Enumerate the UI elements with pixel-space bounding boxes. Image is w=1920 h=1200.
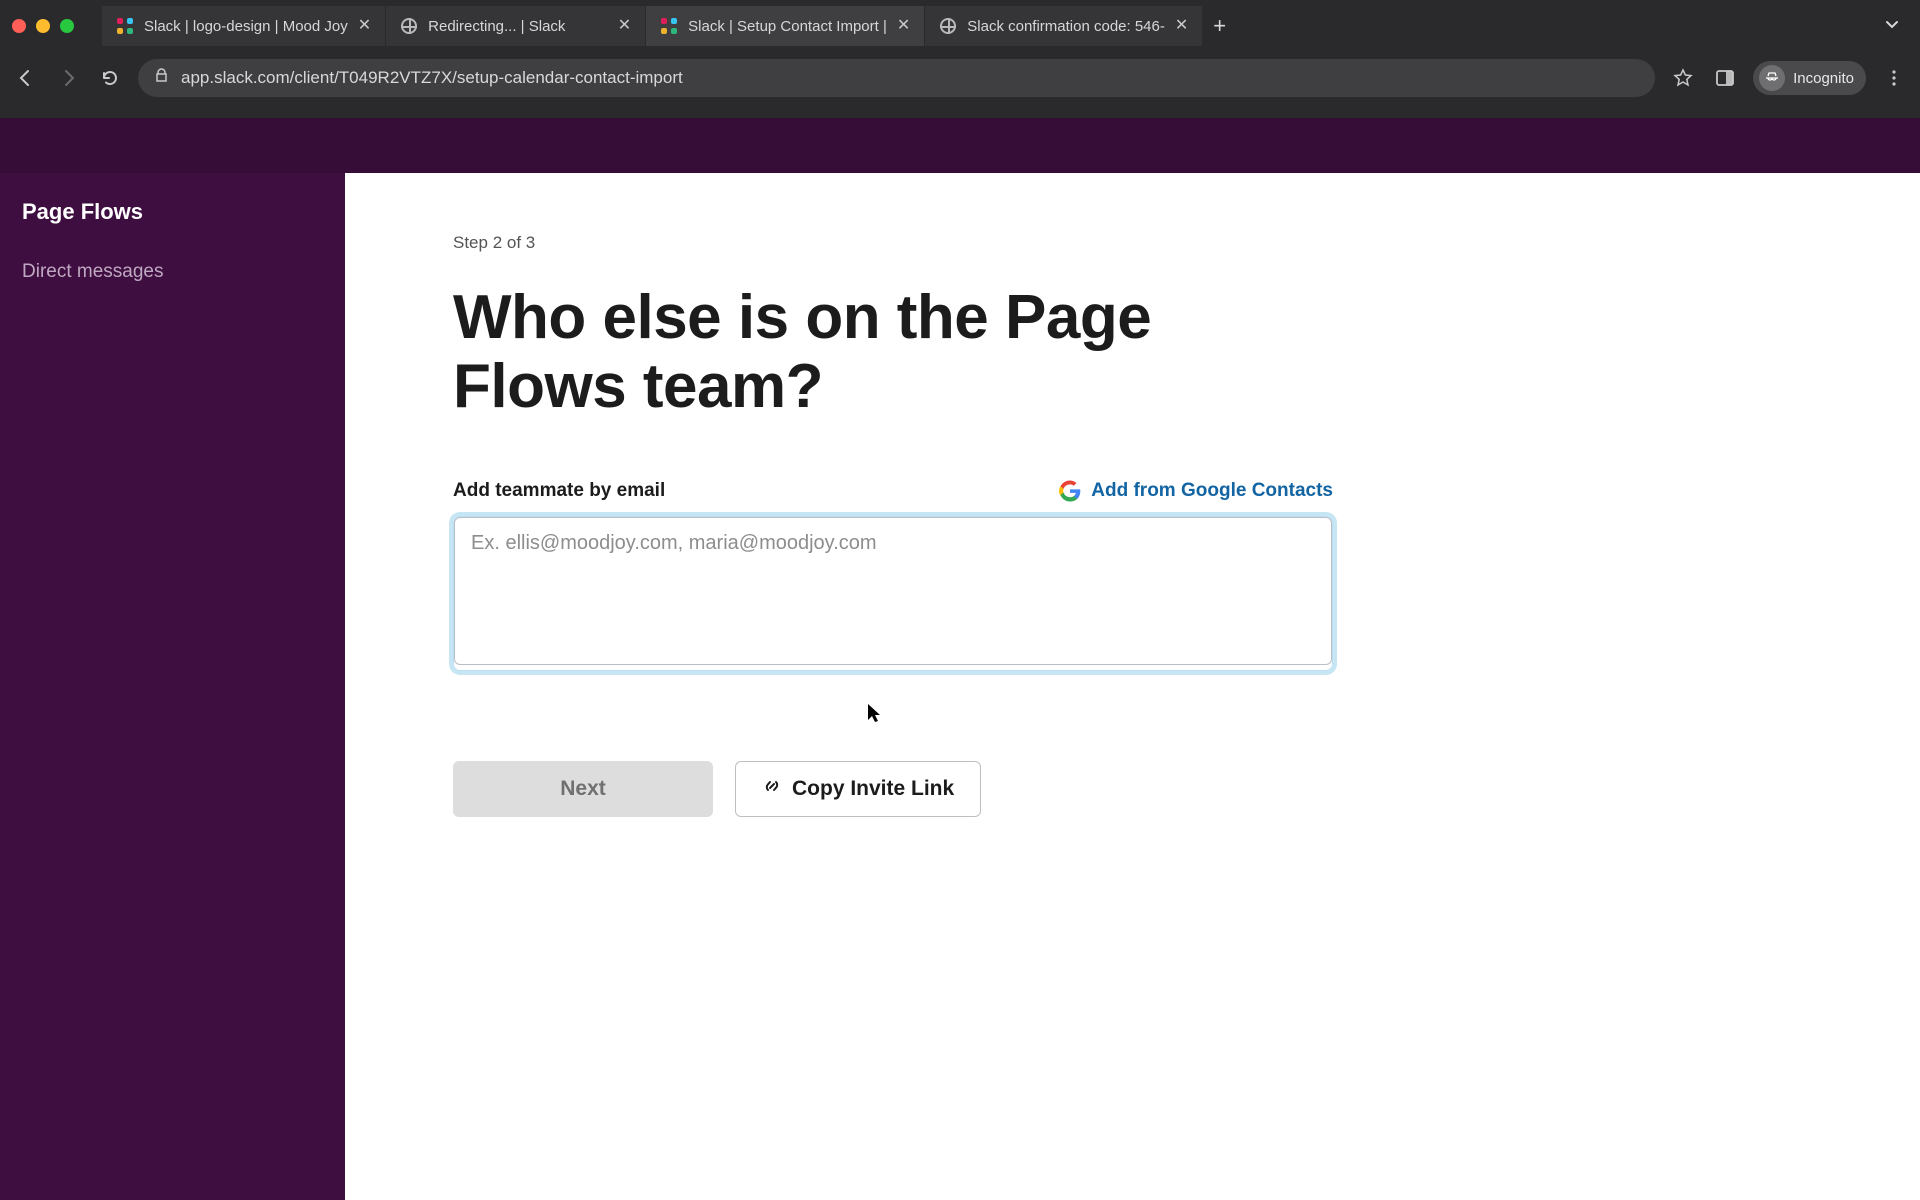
tabs-dropdown-icon[interactable] bbox=[1876, 16, 1908, 37]
slack-favicon-icon bbox=[660, 17, 678, 35]
globe-favicon-icon bbox=[939, 17, 957, 35]
sidebar-item-direct-messages[interactable]: Direct messages bbox=[22, 261, 323, 283]
globe-favicon-icon bbox=[400, 17, 418, 35]
window-maximize-button[interactable] bbox=[60, 19, 74, 33]
nav-back-button[interactable] bbox=[12, 64, 40, 92]
teammate-email-input[interactable] bbox=[454, 517, 1332, 665]
tab-title: Slack confirmation code: 546- bbox=[967, 18, 1165, 35]
sidebar: Page Flows Direct messages bbox=[0, 173, 345, 1200]
email-field-label: Add teammate by email bbox=[453, 480, 665, 502]
nav-forward-button[interactable] bbox=[54, 64, 82, 92]
incognito-indicator[interactable]: Incognito bbox=[1753, 61, 1866, 95]
new-tab-button[interactable]: + bbox=[1203, 13, 1236, 39]
browser-tab[interactable]: Redirecting... | Slack ✕ bbox=[386, 6, 646, 46]
email-input-wrapper bbox=[453, 516, 1333, 671]
incognito-icon bbox=[1759, 65, 1785, 91]
tabs: Slack | logo-design | Mood Joy ✕ Redirec… bbox=[102, 6, 1908, 46]
copy-invite-link-button[interactable]: Copy Invite Link bbox=[735, 761, 981, 817]
workspace-name[interactable]: Page Flows bbox=[22, 199, 323, 225]
url-text: app.slack.com/client/T049R2VTZ7X/setup-c… bbox=[181, 68, 683, 88]
window-minimize-button[interactable] bbox=[36, 19, 50, 33]
tab-title: Redirecting... | Slack bbox=[428, 18, 608, 35]
tab-close-icon[interactable]: ✕ bbox=[618, 18, 631, 34]
page-heading: Who else is on the Page Flows team? bbox=[453, 283, 1333, 422]
browser-tab[interactable]: Slack confirmation code: 546- ✕ bbox=[925, 6, 1203, 46]
window-controls bbox=[12, 19, 74, 33]
url-toolbar: app.slack.com/client/T049R2VTZ7X/setup-c… bbox=[0, 52, 1920, 104]
slack-topbar bbox=[0, 118, 1920, 173]
copy-invite-link-label: Copy Invite Link bbox=[792, 777, 954, 801]
tab-close-icon[interactable]: ✕ bbox=[1175, 18, 1188, 34]
main-content: Step 2 of 3 Who else is on the Page Flow… bbox=[345, 173, 1920, 1200]
tab-close-icon[interactable]: ✕ bbox=[358, 18, 371, 34]
browser-chrome: Slack | logo-design | Mood Joy ✕ Redirec… bbox=[0, 0, 1920, 118]
tab-title: Slack | Setup Contact Import | bbox=[688, 18, 887, 35]
tab-close-icon[interactable]: ✕ bbox=[897, 18, 910, 34]
incognito-label: Incognito bbox=[1793, 70, 1854, 87]
tab-bar: Slack | logo-design | Mood Joy ✕ Redirec… bbox=[0, 0, 1920, 52]
kebab-menu-icon[interactable] bbox=[1880, 69, 1908, 87]
url-field[interactable]: app.slack.com/client/T049R2VTZ7X/setup-c… bbox=[138, 59, 1655, 97]
tab-title: Slack | logo-design | Mood Joy bbox=[144, 18, 348, 35]
link-icon bbox=[762, 776, 782, 802]
slack-favicon-icon bbox=[116, 17, 134, 35]
app-body: Page Flows Direct messages Step 2 of 3 W… bbox=[0, 173, 1920, 1200]
app-shell: Page Flows Direct messages Step 2 of 3 W… bbox=[0, 118, 1920, 1200]
lock-icon bbox=[154, 68, 169, 88]
next-button[interactable]: Next bbox=[453, 761, 713, 817]
bookmark-star-icon[interactable] bbox=[1669, 68, 1697, 88]
step-label: Step 2 of 3 bbox=[453, 233, 1333, 253]
google-contacts-label: Add from Google Contacts bbox=[1091, 480, 1333, 502]
panel-icon[interactable] bbox=[1711, 68, 1739, 88]
google-logo-icon bbox=[1059, 480, 1081, 502]
nav-reload-button[interactable] bbox=[96, 64, 124, 92]
window-close-button[interactable] bbox=[12, 19, 26, 33]
add-from-google-contacts-link[interactable]: Add from Google Contacts bbox=[1059, 480, 1333, 502]
browser-tab-active[interactable]: Slack | Setup Contact Import | ✕ bbox=[646, 6, 925, 46]
next-button-label: Next bbox=[560, 777, 606, 801]
browser-tab[interactable]: Slack | logo-design | Mood Joy ✕ bbox=[102, 6, 386, 46]
